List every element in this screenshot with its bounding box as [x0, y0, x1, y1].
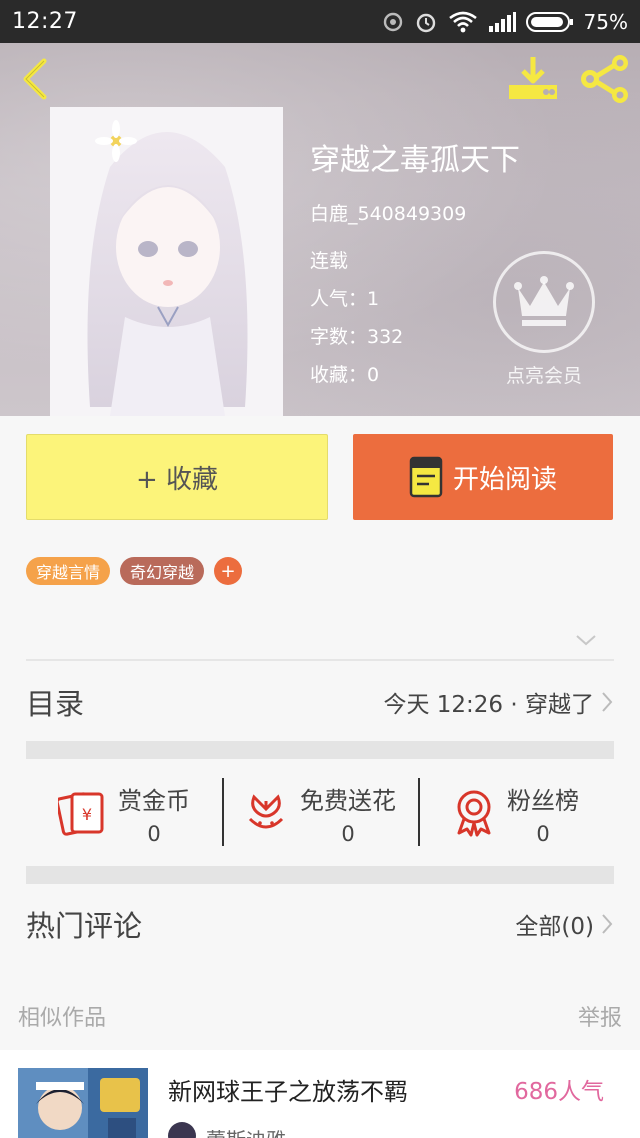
expand-description-button[interactable]	[574, 630, 598, 650]
tag-list: 穿越言情 奇幻穿越 +	[26, 557, 243, 585]
signal-icon	[488, 11, 516, 32]
medal-icon	[457, 790, 491, 837]
chevron-down-icon	[576, 635, 596, 646]
share-icon	[581, 55, 628, 103]
book-favorites: 收藏：0	[310, 364, 380, 386]
similar-works-title: 相似作品	[18, 1006, 107, 1031]
book-cover-image[interactable]	[50, 107, 283, 416]
send-flower-button[interactable]: 免费送花 0	[222, 768, 418, 858]
download-icon	[509, 57, 557, 99]
chevron-right-icon	[602, 692, 613, 712]
fan-ranking-button[interactable]: 粉丝榜 0	[418, 768, 614, 858]
section-separator	[26, 866, 614, 884]
stat-label: 免费送花	[300, 786, 396, 815]
chevron-left-icon	[23, 58, 47, 100]
book-header: 穿越之毒孤天下 白鹿_540849309 连载 人气：1 字数：332 收藏：0…	[0, 43, 640, 416]
stat-value: 0	[536, 821, 550, 846]
start-reading-label: 开始阅读	[452, 464, 557, 495]
battery-level: 75%	[583, 9, 628, 34]
book-status: 连载	[310, 250, 349, 272]
back-button[interactable]	[16, 57, 56, 101]
tag-item[interactable]: 奇幻穿越	[120, 557, 205, 585]
stat-label: 赏金币	[118, 786, 190, 815]
similar-work-title: 新网球王子之放荡不羁	[168, 1078, 408, 1106]
status-time: 12:27	[12, 9, 78, 34]
stat-value: 0	[341, 821, 355, 846]
red-envelope-icon: ¥	[58, 792, 104, 836]
vip-button[interactable]: 点亮会员	[493, 251, 595, 388]
book-author[interactable]: 白鹿_540849309	[310, 199, 466, 226]
reward-coins-button[interactable]: ¥ 赏金币 0	[26, 768, 222, 858]
similar-works-header: 相似作品 举报	[18, 1000, 622, 1032]
divider	[26, 659, 614, 661]
avatar	[168, 1122, 196, 1138]
book-icon	[409, 456, 443, 498]
tag-item[interactable]: 穿越言情	[26, 557, 111, 585]
start-reading-button[interactable]: 开始阅读	[353, 434, 613, 520]
sync-icon	[383, 12, 402, 31]
catalog-title: 目录	[26, 687, 85, 721]
battery-icon	[525, 11, 573, 32]
similar-work-cover	[18, 1068, 148, 1138]
vip-label: 点亮会员	[505, 365, 582, 387]
hot-comments-title: 热门评论	[26, 909, 143, 943]
all-comments-link: 全部(0)	[515, 914, 594, 940]
download-button[interactable]	[506, 55, 560, 103]
report-button[interactable]: 举报	[578, 1000, 622, 1032]
stat-value: 0	[147, 821, 161, 846]
chevron-right-icon	[602, 914, 613, 934]
catalog-row[interactable]: 目录 今天 12:26 · 穿越了	[26, 670, 614, 734]
status-icons: 75%	[382, 10, 628, 34]
status-bar: 12:27 75%	[0, 0, 640, 43]
flower-icon	[248, 794, 284, 829]
add-tag-button[interactable]: +	[214, 557, 243, 585]
svg-text:¥: ¥	[82, 805, 92, 824]
share-button[interactable]	[578, 53, 632, 105]
section-separator	[26, 741, 614, 759]
support-stats: ¥ 赏金币 0 免费送花 0 粉丝榜 0	[26, 768, 614, 858]
crown-icon	[514, 276, 574, 326]
stat-label: 粉丝榜	[507, 786, 579, 815]
book-popularity: 人气：1	[310, 288, 380, 310]
similar-work-author: 蕾斯迪雅	[206, 1124, 286, 1138]
hot-comments-row[interactable]: 热门评论 全部(0)	[26, 892, 614, 956]
book-title: 穿越之毒孤天下	[310, 143, 520, 178]
similar-work-popularity: 686人气	[514, 1079, 604, 1105]
latest-chapter: 今天 12:26 · 穿越了	[383, 692, 594, 718]
wifi-icon	[448, 11, 477, 32]
similar-work-item[interactable]: 新网球王子之放荡不羁 686人气 蕾斯迪雅	[0, 1050, 640, 1138]
book-word-count: 字数：332	[310, 326, 404, 348]
add-favorite-label: + 收藏	[135, 464, 219, 495]
alarm-icon	[416, 13, 435, 32]
add-favorite-button[interactable]: + 收藏	[26, 434, 328, 520]
